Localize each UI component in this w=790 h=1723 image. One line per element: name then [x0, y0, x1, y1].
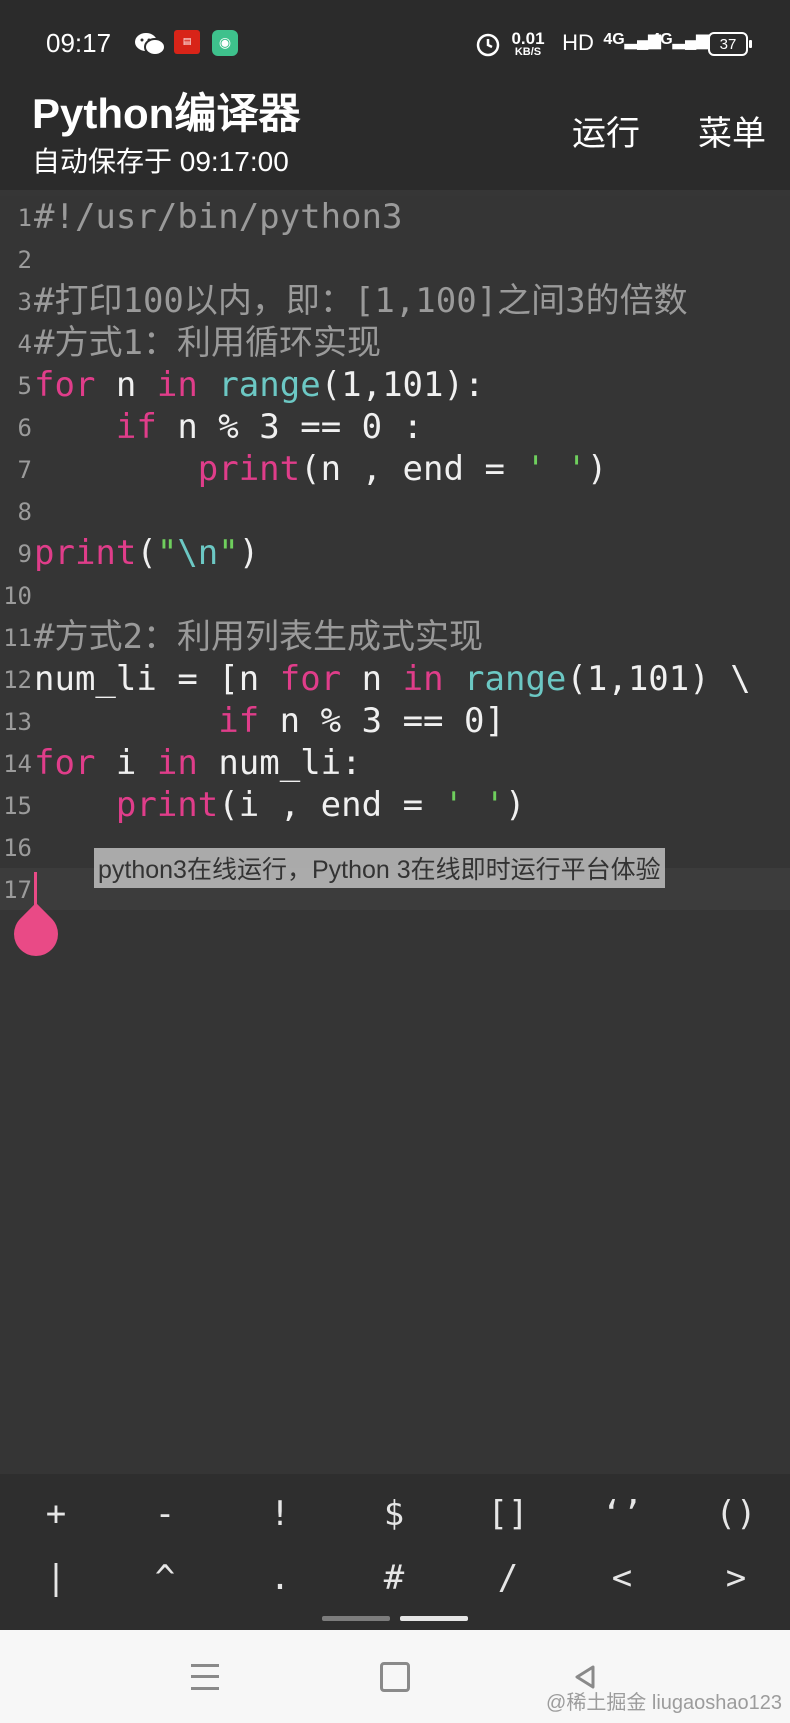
battery-level: 37: [719, 35, 737, 53]
keyboard-page-indicator-active[interactable]: [400, 1616, 468, 1621]
symbol-key[interactable]: |: [0, 1548, 112, 1608]
line-number: 5: [17, 372, 32, 400]
line-number: 17: [3, 876, 32, 904]
line-number: 16: [3, 834, 32, 862]
code-editor[interactable]: 1 #!/usr/bin/python3 2 3 #打印100以内，即：[1,1…: [0, 196, 790, 1474]
symbol-key[interactable]: ^: [109, 1548, 221, 1608]
symbol-key[interactable]: $: [338, 1484, 450, 1544]
symbol-key[interactable]: +: [0, 1484, 112, 1544]
symbol-keyboard: + - ! $ [] ‘’ () | ^ . # / < >: [0, 1474, 790, 1630]
app-title: Python编译器: [32, 90, 301, 137]
code-line: 2: [0, 238, 790, 280]
menu-button[interactable]: 菜单: [698, 106, 766, 155]
signal-label: 4G: [603, 31, 625, 48]
line-number: 10: [3, 582, 32, 610]
line-number: 3: [17, 288, 32, 316]
signal-icon: 4G ▂▄▆: [603, 31, 661, 49]
line-number: 15: [3, 792, 32, 820]
symbol-key[interactable]: ‘’: [566, 1484, 678, 1544]
net-speed: 0.01 KB/S: [508, 30, 548, 58]
code-line: 12 num_li = [n for n in range(1,101) \: [0, 658, 790, 700]
code-line: 3 #打印100以内，即：[1,100]之间3的倍数: [0, 280, 790, 322]
symbol-key[interactable]: <: [566, 1548, 678, 1608]
app-icon: ◉: [212, 30, 238, 56]
line-number: 11: [3, 624, 32, 652]
symbol-key[interactable]: !: [224, 1484, 336, 1544]
line-number: 14: [3, 750, 32, 778]
code-line: 7 print(n , end = ' '): [0, 448, 790, 490]
code-text: #打印100以内，即：[1,100]之间3的倍数: [34, 281, 688, 321]
code-line: 11 #方式2：利用列表生成式实现: [0, 616, 790, 658]
code-line: 10: [0, 574, 790, 616]
symbol-key[interactable]: -: [109, 1484, 221, 1544]
signal-label: 4G: [651, 31, 673, 48]
code-text: #!/usr/bin/python3: [34, 197, 403, 237]
line-number: 12: [3, 666, 32, 694]
overlay-caption: python3在线运行，Python 3在线即时运行平台体验: [94, 848, 665, 888]
symbol-key[interactable]: /: [452, 1548, 564, 1608]
code-text: #方式1：利用循环实现: [34, 323, 381, 363]
home-icon: [380, 1662, 410, 1692]
code-text: print(i , end = ' '): [115, 785, 526, 825]
code-text: for i in num_li:: [34, 743, 362, 783]
keyboard-page-indicator[interactable]: [322, 1616, 390, 1621]
code-line: 14 for i in num_li:: [0, 742, 790, 784]
symbol-key[interactable]: (): [680, 1484, 790, 1544]
home-button[interactable]: [370, 1652, 420, 1702]
line-number: 13: [3, 708, 32, 736]
recent-apps-button[interactable]: [180, 1652, 230, 1702]
code-line: 1 #!/usr/bin/python3: [0, 196, 790, 238]
system-nav-bar: @稀土掘金 liugaoshao123: [0, 1630, 790, 1723]
code-line: 6 if n % 3 == 0 :: [0, 406, 790, 448]
line-number: 7: [17, 456, 32, 484]
symbol-key[interactable]: >: [680, 1548, 790, 1608]
run-button[interactable]: 运行: [572, 106, 640, 155]
code-text: num_li = [n for n in range(1,101) \: [34, 659, 751, 699]
line-number: 9: [17, 540, 32, 568]
code-text: if n % 3 == 0]: [218, 701, 505, 741]
line-number: 2: [17, 246, 32, 274]
code-line: 5 for n in range(1,101):: [0, 364, 790, 406]
line-number: 6: [17, 414, 32, 442]
code-text: for n in range(1,101):: [34, 365, 485, 405]
top-bar: 09:17 ▤ ◉ 0.01 KB/S HD 4G ▂▄▆ 4G ▂▄▆ 37 Py…: [0, 0, 790, 190]
line-number: 1: [17, 204, 32, 232]
net-speed-value: 0.01: [511, 29, 545, 48]
code-text: print("\n"): [34, 533, 260, 573]
symbol-key[interactable]: .: [224, 1548, 336, 1608]
code-text: print(n , end = ' '): [197, 449, 608, 489]
code-text: if n % 3 == 0 :: [115, 407, 424, 447]
menu-icon: [191, 1664, 219, 1690]
watermark: @稀土掘金 liugaoshao123: [546, 1692, 782, 1714]
battery-icon: 37: [708, 32, 752, 56]
signal-icon: 4G ▂▄▆: [651, 31, 709, 49]
wechat-icon: [133, 30, 167, 58]
status-bar: 09:17 ▤ ◉ 0.01 KB/S HD 4G ▂▄▆ 4G ▂▄▆ 37: [0, 18, 790, 68]
code-text: #方式2：利用列表生成式实现: [34, 617, 483, 657]
autosave-status: 自动保存于 09:17:00: [32, 146, 289, 177]
code-line: 9 print("\n"): [0, 532, 790, 574]
app-icon: ▤: [174, 30, 200, 54]
line-number: 8: [17, 498, 32, 526]
symbol-key[interactable]: []: [452, 1484, 564, 1544]
line-number: 4: [17, 330, 32, 358]
hd-indicator: HD: [562, 30, 594, 55]
symbol-key[interactable]: #: [338, 1548, 450, 1608]
alarm-icon: [474, 30, 502, 58]
cursor-handle[interactable]: [4, 902, 68, 966]
code-line: 15 print(i , end = ' '): [0, 784, 790, 826]
net-speed-unit: KB/S: [514, 46, 542, 58]
code-line: 13 if n % 3 == 0]: [0, 700, 790, 742]
code-line: 4 #方式1：利用循环实现: [0, 322, 790, 364]
code-line: 8: [0, 490, 790, 532]
status-time: 09:17: [46, 28, 112, 58]
